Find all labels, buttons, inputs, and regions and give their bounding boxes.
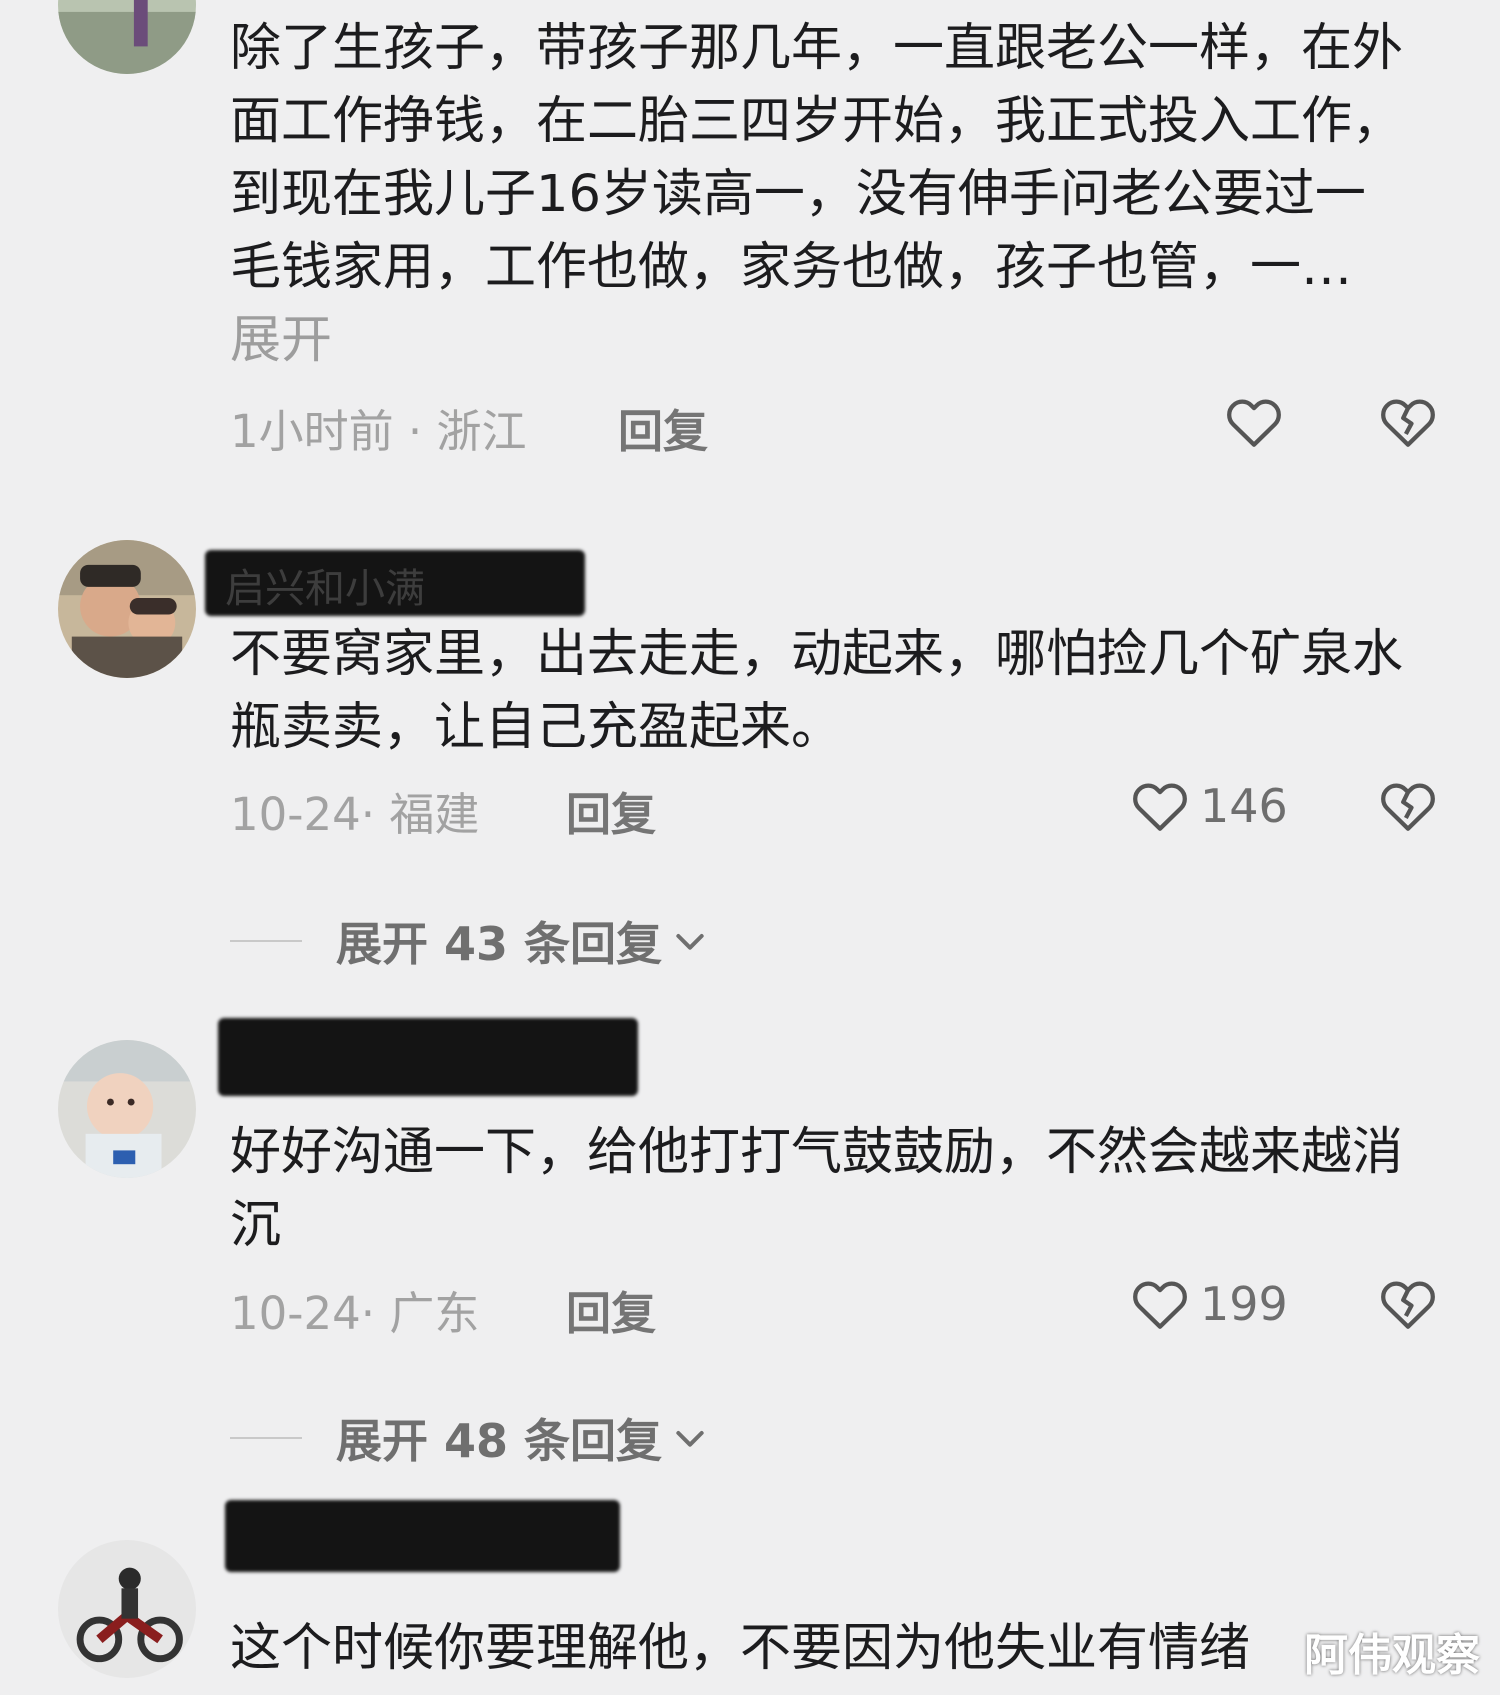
expand-replies-label: 展开 43 条回复 xyxy=(336,917,663,971)
heart-outline-icon xyxy=(1227,399,1281,447)
reply-button[interactable]: 回复 xyxy=(566,1277,656,1342)
dislike-button[interactable] xyxy=(1376,390,1440,454)
broken-heart-icon xyxy=(1381,399,1435,447)
comment-text: 不要窝家里，出去走走，动起来，哪怕捡几个矿泉水瓶卖卖，让自己充盈起来。 xyxy=(230,625,1404,757)
username-redaction xyxy=(218,1018,638,1096)
avatar[interactable] xyxy=(58,1540,196,1678)
like-button[interactable]: 199 xyxy=(1128,1272,1288,1336)
avatar-image xyxy=(58,0,196,74)
comment-text: 这个时候你要理解他，不要因为他失业有情绪 xyxy=(230,1619,1251,1678)
broken-heart-icon xyxy=(1381,1281,1435,1329)
avatar-image xyxy=(58,1040,196,1178)
like-button[interactable] xyxy=(1222,390,1294,454)
comment-text: 除了生孩子，带孩子那几年，一直跟老公一样，在外面工作挣钱，在二胎三四岁开始，我正… xyxy=(230,19,1404,370)
divider-line xyxy=(230,1437,302,1439)
expand-replies-button[interactable]: 展开 43 条回复 xyxy=(230,908,710,974)
divider-line xyxy=(230,940,302,942)
avatar[interactable] xyxy=(58,1040,196,1178)
avatar[interactable] xyxy=(58,0,196,74)
expand-replies-label: 展开 48 条回复 xyxy=(336,1414,663,1468)
username-redaction xyxy=(225,1500,620,1572)
heart-outline-icon xyxy=(1133,783,1187,831)
comment-meta: 1小时前 · 浙江 xyxy=(230,405,527,458)
broken-heart-icon xyxy=(1381,783,1435,831)
like-button[interactable]: 146 xyxy=(1128,774,1288,838)
watermark: 阿伟观察 xyxy=(1304,1630,1480,1681)
reply-button[interactable]: 回复 xyxy=(566,778,656,843)
expand-replies-button[interactable]: 展开 48 条回复 xyxy=(230,1405,710,1471)
chevron-down-icon xyxy=(676,934,704,950)
chevron-down-icon xyxy=(676,1431,704,1447)
comment-meta: 10-24· 福建 xyxy=(230,788,480,841)
username: 启兴和小满 xyxy=(225,566,425,612)
avatar[interactable] xyxy=(58,540,196,678)
comment-meta: 10-24· 广东 xyxy=(230,1287,480,1340)
comment-text: 好好沟通一下，给他打打气鼓鼓励，不然会越来越消沉 xyxy=(230,1123,1404,1255)
dislike-button[interactable] xyxy=(1376,1272,1440,1336)
reply-button[interactable]: 回复 xyxy=(618,395,708,460)
dislike-button[interactable] xyxy=(1376,774,1440,838)
like-count: 199 xyxy=(1200,1277,1288,1331)
heart-outline-icon xyxy=(1133,1281,1187,1329)
avatar-image xyxy=(58,1540,196,1678)
like-count: 146 xyxy=(1200,779,1288,833)
avatar-image xyxy=(58,540,196,678)
